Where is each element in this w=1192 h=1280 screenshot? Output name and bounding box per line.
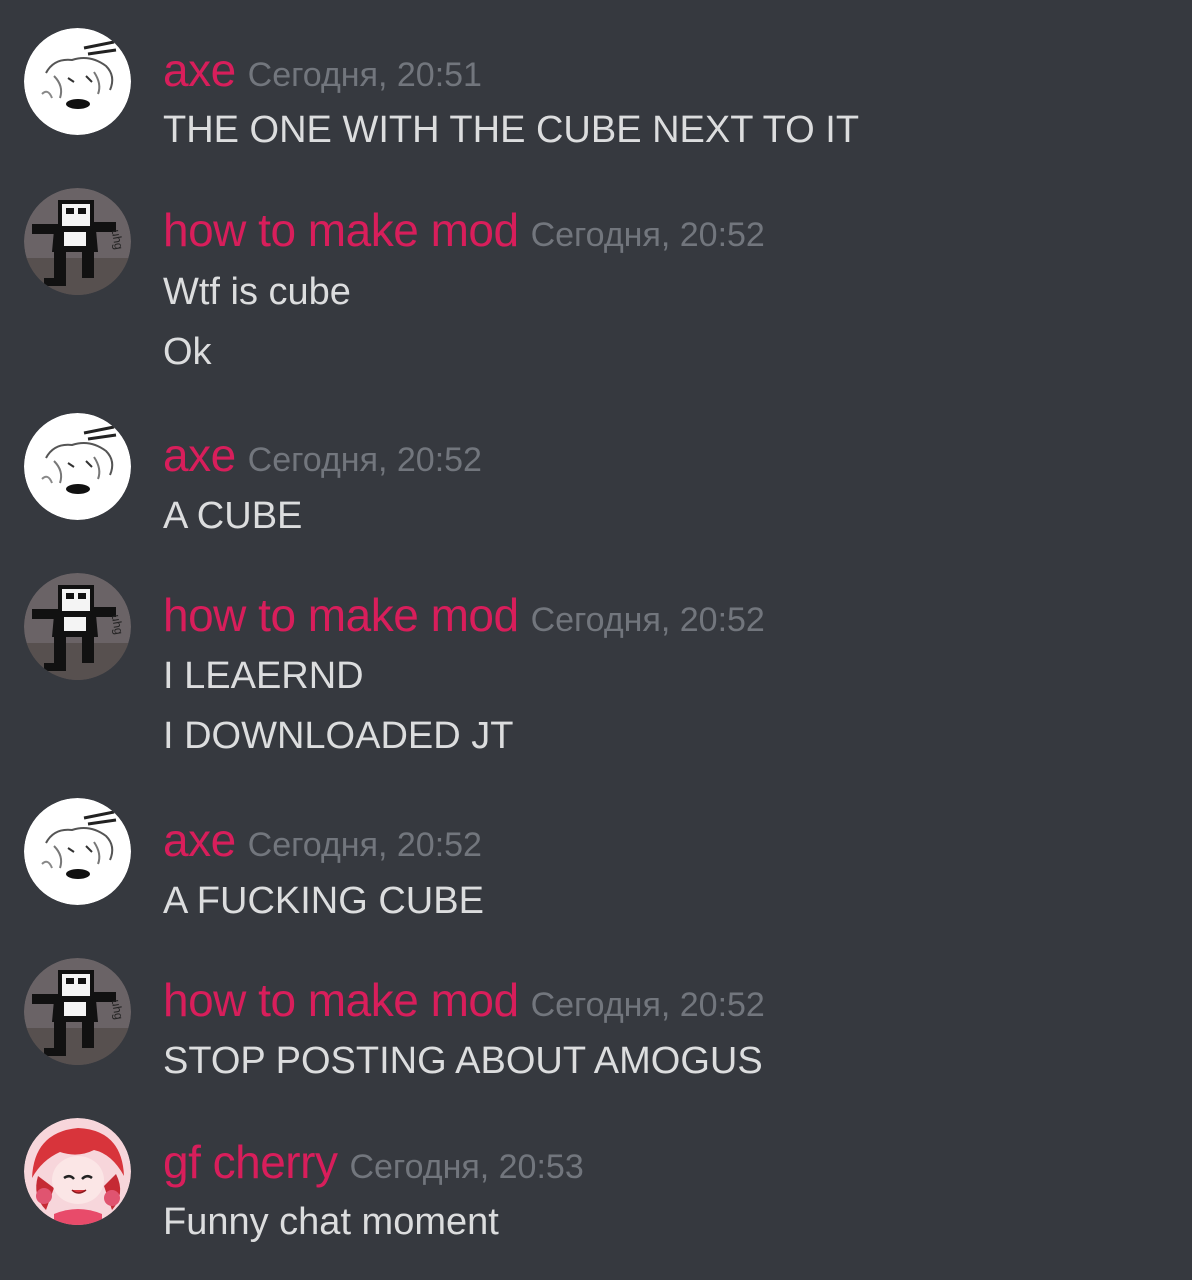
message-timestamp: Сегодня, 20:52 [530,986,765,1024]
username[interactable]: axe [163,429,236,481]
message-timestamp: Сегодня, 20:53 [349,1148,584,1186]
message-header: how to make mod Сегодня, 20:52 [163,587,765,643]
message-timestamp: Сегодня, 20:52 [247,441,482,479]
mod-avatar-icon[interactable] [24,188,131,295]
axe-avatar-icon[interactable] [24,413,131,520]
axe-avatar-icon[interactable] [24,28,131,135]
username[interactable]: how to make mod [163,589,519,641]
message-timestamp: Сегодня, 20:52 [530,601,765,639]
gf-cherry-avatar-icon[interactable] [24,1118,131,1225]
message-header: axe Сегодня, 20:52 [163,812,482,868]
username[interactable]: axe [163,814,236,866]
username[interactable]: how to make mod [163,204,519,256]
message-timestamp: Сегодня, 20:52 [247,826,482,864]
message-text: STOP POSTING ABOUT AMOGUS [163,1040,763,1082]
message-header: how to make mod Сегодня, 20:52 [163,972,765,1028]
message-text: A CUBE [163,495,303,537]
mod-avatar-icon[interactable] [24,958,131,1065]
axe-avatar-icon[interactable] [24,798,131,905]
message-text: I DOWNLOADED JT [163,715,514,757]
message-list: axe Сегодня, 20:51 THE ONE WITH THE CUBE N… [0,0,1192,1280]
username[interactable]: how to make mod [163,974,519,1026]
mod-avatar-icon[interactable] [24,573,131,680]
message-timestamp: Сегодня, 20:51 [247,56,482,94]
message-header: gf cherry Сегодня, 20:53 [163,1134,584,1190]
message-header: axe Сегодня, 20:52 [163,427,482,483]
message-header: axe Сегодня, 20:51 [163,42,482,98]
username[interactable]: gf cherry [163,1136,338,1188]
message-text: Wtf is cube [163,271,351,313]
message-text: A FUCKING CUBE [163,880,484,922]
message-text: I LEAERND [163,655,364,697]
message-timestamp: Сегодня, 20:52 [530,216,765,254]
message-header: how to make mod Сегодня, 20:52 [163,202,765,258]
message-text: Ok [163,331,212,373]
message-text: Funny chat moment [163,1201,499,1243]
message-text: THE ONE WITH THE CUBE NEXT TO IT [163,109,860,151]
username[interactable]: axe [163,44,236,96]
